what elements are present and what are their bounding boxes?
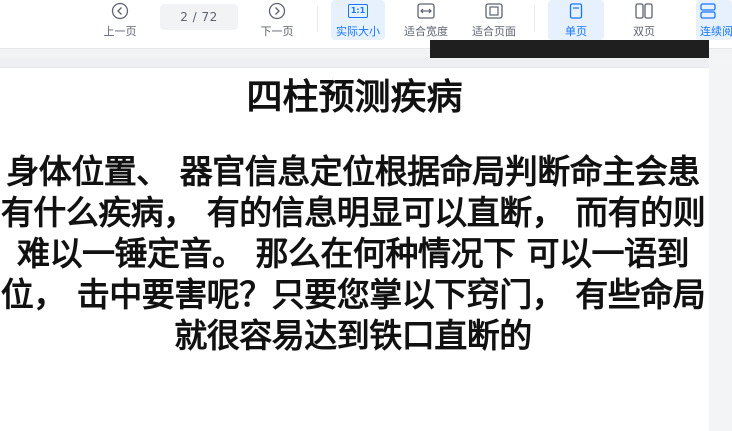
fit-page-button[interactable]: 适合页面: [466, 0, 522, 40]
fit-page-icon: [485, 1, 503, 21]
prev-page-label: 上一页: [103, 25, 137, 38]
fit-width-icon: [417, 1, 435, 21]
continuous-scroll-label: 连续阅: [700, 25, 732, 38]
page-body-text: 身体位置、 器官信息定位根据命局判断命主会患有什么疾病， 有的信息明显可以直断，…: [0, 152, 706, 355]
double-page-label: 双页: [633, 25, 655, 38]
fit-width-button[interactable]: 适合宽度: [398, 0, 454, 40]
previous-page-edge: [430, 40, 709, 58]
toolbar-divider: [534, 6, 535, 32]
prev-page-button[interactable]: 上一页: [100, 0, 140, 40]
actual-size-icon: 1:1: [347, 1, 369, 21]
chevron-left-icon: [111, 1, 129, 21]
page-title: 四柱预测疾病: [246, 77, 463, 118]
single-page-icon: [569, 1, 583, 21]
chevron-right-icon: [268, 1, 286, 21]
actual-size-label: 实际大小: [336, 25, 380, 38]
next-page-label: 下一页: [260, 25, 294, 38]
fit-page-label: 适合页面: [472, 25, 516, 38]
toolbar-divider: [317, 6, 318, 32]
fit-width-label: 适合宽度: [404, 25, 448, 38]
continuous-scroll-icon: [700, 1, 716, 21]
next-page-button[interactable]: 下一页: [257, 0, 297, 40]
continuous-scroll-button[interactable]: 连续阅: [696, 0, 732, 40]
single-page-button[interactable]: 单页: [548, 0, 604, 40]
scrollbar-track[interactable]: [709, 58, 732, 431]
page-number-input[interactable]: 2 / 72: [160, 4, 238, 30]
double-page-button[interactable]: 双页: [616, 0, 672, 40]
double-page-icon: [635, 1, 653, 21]
single-page-label: 单页: [565, 25, 587, 38]
actual-size-button[interactable]: 1:1 实际大小: [331, 0, 385, 40]
